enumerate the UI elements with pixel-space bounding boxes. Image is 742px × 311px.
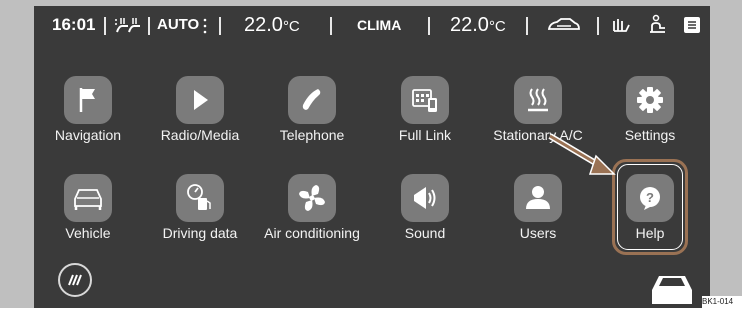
right-temp-unit: °C — [488, 18, 506, 35]
figure-code: BK1-014 — [702, 296, 742, 308]
app-radio-media[interactable]: Radio/Media — [150, 76, 250, 166]
app-help[interactable]: ? Help — [600, 174, 700, 264]
slashes-icon — [68, 274, 82, 286]
right-temperature[interactable]: 22.0°C — [450, 6, 506, 44]
callout-arrow — [548, 133, 616, 175]
divider — [597, 17, 599, 35]
left-temperature[interactable]: 22.0°C — [244, 6, 300, 44]
left-temp-unit: °C — [282, 18, 300, 35]
clock: 16:01 — [52, 15, 96, 34]
infotainment-screen: 16:01 AUTO 22.0°C CLIMA 22.0°C Navigatio… — [34, 6, 710, 308]
heater-icon — [514, 76, 562, 124]
auto-button[interactable]: AUTO — [157, 6, 199, 44]
left-temp-value: 22.0 — [244, 14, 283, 36]
app-air-conditioning[interactable]: Air conditioning — [262, 174, 362, 264]
app-label: Help — [635, 225, 665, 241]
divider — [428, 17, 430, 35]
car-air-recirculation-icon[interactable] — [546, 6, 582, 44]
seat-heating-icon[interactable] — [112, 6, 144, 44]
seat-ventilation-icon[interactable] — [611, 6, 631, 44]
divider — [330, 17, 332, 35]
phone-icon — [288, 76, 336, 124]
right-temp-value: 22.0 — [450, 14, 489, 36]
app-full-link[interactable]: Full Link — [375, 76, 475, 166]
fan-level-icon — [202, 6, 210, 44]
app-navigation[interactable]: Navigation — [38, 76, 138, 166]
fan-icon — [288, 174, 336, 222]
divider — [219, 17, 221, 35]
fuel-gauge-icon — [176, 174, 224, 222]
app-driving-data[interactable]: Driving data — [150, 174, 250, 264]
gear-icon — [626, 76, 674, 124]
app-users[interactable]: Users — [488, 174, 588, 264]
clima-button[interactable]: CLIMA — [357, 6, 401, 44]
divider — [148, 17, 150, 35]
speaker-icon — [401, 174, 449, 222]
flag-icon — [64, 76, 112, 124]
heated-seat-icon[interactable] — [646, 6, 668, 44]
menu-icon[interactable] — [682, 6, 702, 44]
play-icon — [176, 76, 224, 124]
app-telephone[interactable]: Telephone — [262, 76, 362, 166]
divider — [526, 17, 528, 35]
car-icon — [64, 174, 112, 222]
svg-text:?: ? — [646, 190, 654, 205]
app-vehicle[interactable]: Vehicle — [38, 174, 138, 264]
status-bar: 16:01 AUTO 22.0°C CLIMA 22.0°C — [34, 6, 710, 44]
full-link-icon — [401, 76, 449, 124]
vehicle-status-icon[interactable] — [648, 264, 696, 306]
help-icon: ? — [626, 174, 674, 222]
all-apps-button[interactable] — [58, 263, 92, 297]
app-sound[interactable]: Sound — [375, 174, 475, 264]
divider — [104, 17, 106, 35]
